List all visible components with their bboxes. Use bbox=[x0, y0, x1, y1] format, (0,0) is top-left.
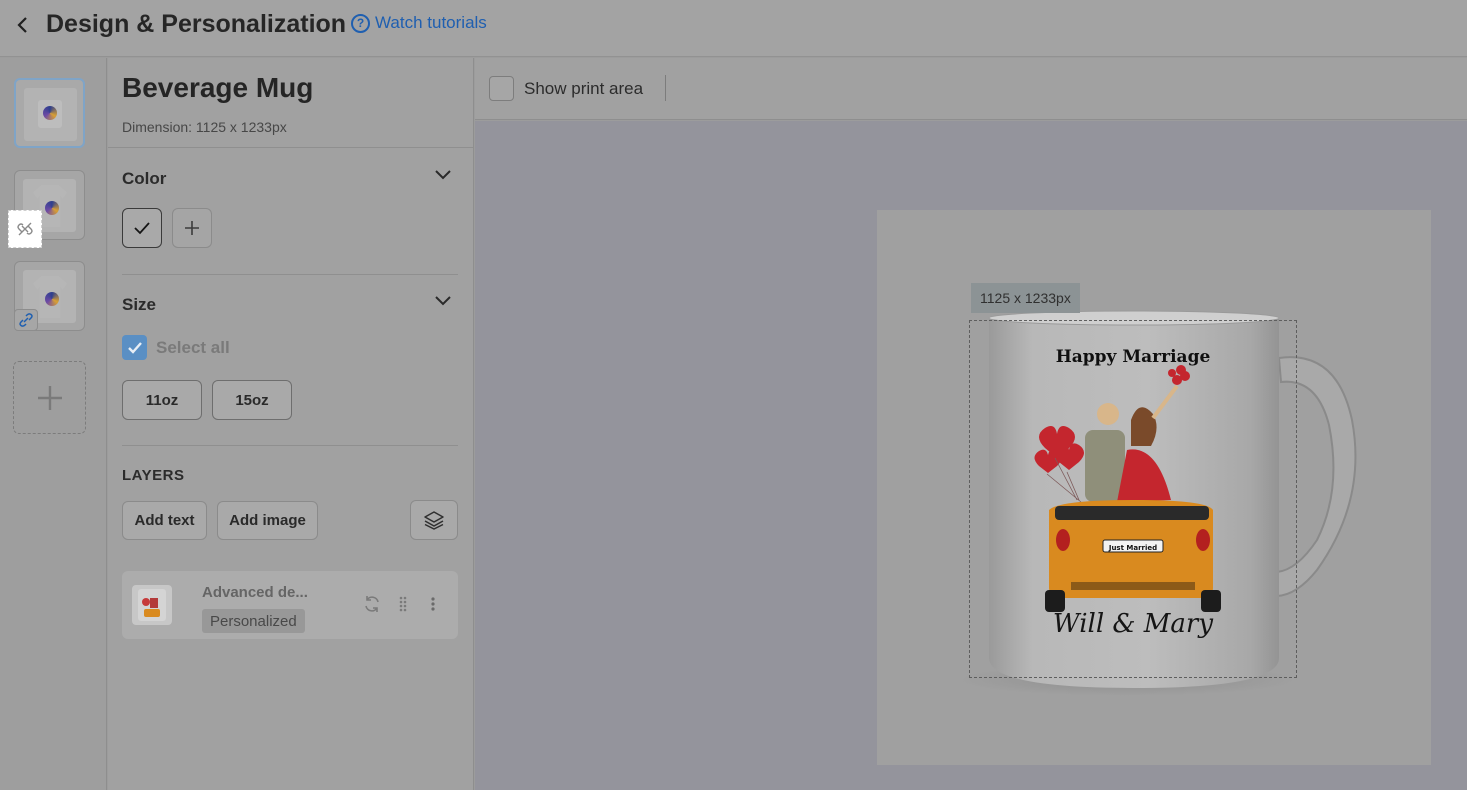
product-dimension: Dimension: 1125 x 1233px bbox=[122, 119, 287, 135]
select-all-checkbox[interactable]: Select all bbox=[122, 335, 230, 360]
design-canvas: Just Married 1125 x 1233px Happy Marriag… bbox=[475, 121, 1467, 790]
help-circle-icon: ? bbox=[351, 13, 370, 33]
show-print-area-label: Show print area bbox=[524, 78, 644, 98]
checkbox-unchecked-icon bbox=[489, 76, 514, 101]
design-names-text: Will & Mary bbox=[1052, 609, 1214, 639]
product-settings-panel: Beverage Mug Dimension: 1125 x 1233px Co… bbox=[108, 58, 474, 790]
add-product-button[interactable] bbox=[13, 361, 86, 434]
color-chevron-down-icon[interactable] bbox=[434, 168, 452, 180]
print-area-dimension-label: 1125 x 1233px bbox=[971, 283, 1080, 313]
sync-icon[interactable] bbox=[362, 593, 382, 615]
watch-tutorials-link[interactable]: ? Watch tutorials bbox=[351, 13, 487, 33]
top-header: Design & Personalization ? Watch tutoria… bbox=[0, 0, 1467, 57]
divider bbox=[122, 274, 458, 275]
mug-preview bbox=[24, 88, 77, 141]
design-bounding-box[interactable]: Happy Marriage Will & Mary bbox=[969, 320, 1297, 678]
layer-item[interactable]: Advanced de... Personalized bbox=[122, 571, 458, 639]
plus-icon bbox=[185, 221, 199, 235]
add-text-button[interactable]: Add text bbox=[122, 501, 207, 540]
design-title-text: Happy Marriage bbox=[1055, 347, 1211, 367]
product-name: Beverage Mug bbox=[122, 72, 314, 103]
link-icon[interactable] bbox=[14, 309, 38, 331]
show-print-area-toggle[interactable]: Show print area bbox=[489, 76, 643, 101]
canvas-toolbar: Show print area bbox=[475, 58, 1467, 120]
product-thumbnail-rail bbox=[0, 58, 107, 790]
logo-swirl-icon bbox=[45, 292, 59, 306]
layers-icon bbox=[424, 511, 444, 530]
layer-tag-badge: Personalized bbox=[202, 609, 305, 633]
back-arrow-icon[interactable] bbox=[12, 14, 34, 36]
page-title: Design & Personalization bbox=[46, 10, 347, 38]
mug-artboard: Just Married 1125 x 1233px Happy Marriag… bbox=[877, 210, 1431, 765]
thumbnail-mug[interactable] bbox=[14, 78, 85, 148]
add-image-button[interactable]: Add image bbox=[217, 501, 318, 540]
toolbar-divider bbox=[665, 75, 666, 101]
size-option-15oz[interactable]: 15oz bbox=[212, 380, 292, 420]
size-option-11oz[interactable]: 11oz bbox=[122, 380, 202, 420]
divider bbox=[122, 445, 458, 446]
layer-thumbnail bbox=[132, 585, 172, 625]
checkmark-icon bbox=[134, 222, 150, 235]
layer-name: Advanced de... bbox=[202, 584, 308, 601]
add-color-button[interactable] bbox=[172, 208, 212, 248]
logo-swirl-icon bbox=[45, 201, 59, 215]
color-section-title: Color bbox=[122, 169, 167, 188]
select-all-label: Select all bbox=[156, 337, 230, 357]
checkbox-checked-icon bbox=[122, 335, 147, 360]
plus-icon bbox=[37, 385, 62, 410]
layers-stack-button[interactable] bbox=[410, 500, 458, 540]
watch-tutorials-label: Watch tutorials bbox=[375, 13, 487, 32]
size-chevron-down-icon[interactable] bbox=[434, 294, 452, 306]
size-section-title: Size bbox=[122, 295, 157, 314]
color-swatch-selected[interactable] bbox=[122, 208, 162, 248]
divider bbox=[108, 147, 473, 148]
thumbnail-tshirt-1[interactable] bbox=[8, 170, 85, 248]
layers-title: LAYERS bbox=[122, 467, 185, 484]
drag-handle-icon[interactable] bbox=[393, 593, 413, 615]
unlink-icon[interactable] bbox=[8, 210, 42, 248]
more-options-icon[interactable] bbox=[423, 593, 443, 615]
logo-swirl-icon bbox=[43, 106, 57, 120]
thumbnail-tshirt-2[interactable] bbox=[14, 261, 85, 331]
